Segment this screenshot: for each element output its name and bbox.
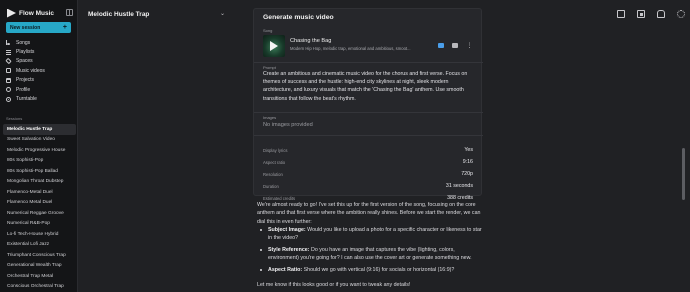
song-style: Modern Hip Hop, melodic trap, emotional … xyxy=(290,46,411,51)
assistant-message-bullets: Subject Image: Would you like to upload … xyxy=(257,226,482,277)
detail-value: Yes xyxy=(464,147,473,153)
divider xyxy=(254,62,483,63)
prompt-text: Create an ambitious and cinematic music … xyxy=(263,71,468,102)
nav-item-turntable[interactable]: Turntable xyxy=(6,94,72,103)
images-label: Images xyxy=(263,115,277,120)
detail-row: Display lyrics Yes xyxy=(263,145,473,155)
song-cover[interactable] xyxy=(263,35,285,57)
no-images-text: No images provided xyxy=(263,122,313,128)
app-name: Flow Music xyxy=(19,9,55,17)
app-brand[interactable]: Flow Music xyxy=(7,8,54,18)
sidebar: Flow Music New session + Songs Playlists… xyxy=(0,0,78,292)
detail-key: Resolution xyxy=(263,171,283,177)
layout-icon[interactable] xyxy=(637,10,645,18)
more-options-icon[interactable]: ⋮ xyxy=(466,43,473,50)
detail-value: 720p xyxy=(461,171,473,177)
detail-key: Duration xyxy=(263,183,279,189)
message-bullet: Subject Image: Would you like to upload … xyxy=(257,226,482,243)
nav-item-music-videos[interactable]: Music videos xyxy=(6,66,72,75)
assistant-message-intro: We're almost ready to go! I've set this … xyxy=(257,202,481,225)
flow-music-logo-icon xyxy=(7,8,16,18)
session-item[interactable]: Lo-fi Tech-House Hybrid xyxy=(3,229,76,240)
bullet-title: Style Reference: xyxy=(268,246,310,253)
dislike-button[interactable] xyxy=(452,43,459,50)
session-item[interactable]: Numerical R&B-Pop xyxy=(3,219,76,230)
detail-row: Duration 31 seconds xyxy=(263,181,473,191)
thumbs-up-icon xyxy=(438,43,444,48)
thumbs-down-icon xyxy=(452,43,458,48)
divider xyxy=(254,135,483,136)
song-label: Song xyxy=(263,28,273,33)
detail-value: 9:16 xyxy=(462,159,473,165)
nav-item-projects[interactable]: Projects xyxy=(6,76,72,85)
main-nav: Songs Playlists Spaces Music videos Proj… xyxy=(5,38,72,104)
session-item[interactable]: Triumphant Conscious Trap xyxy=(3,250,76,261)
folder-icon xyxy=(6,77,11,83)
session-item[interactable]: Orchestral Trap Metal xyxy=(3,271,76,282)
nav-label: Music videos xyxy=(16,67,45,74)
bullet-title: Subject Image: xyxy=(268,227,306,233)
detail-row: Resolution 720p xyxy=(263,169,473,179)
top-actions xyxy=(617,10,685,18)
assistant-message-outro: Let me know if this looks good or if you… xyxy=(257,282,411,288)
nav-label: Playlists xyxy=(16,49,35,56)
nav-label: Projects xyxy=(16,77,35,84)
nav-label: Profile xyxy=(16,86,31,93)
video-icon xyxy=(6,68,11,74)
play-icon[interactable] xyxy=(270,41,278,51)
song-row: Chasing the Bag Modern Hip Hop, melodic … xyxy=(263,35,476,62)
card-title: Generate music video xyxy=(263,14,334,21)
detail-key: Estimated credits xyxy=(263,195,296,201)
session-item[interactable]: 80s Sophisti-Pop xyxy=(3,156,76,167)
session-item[interactable]: Generational Wealth Trap xyxy=(3,261,76,272)
gear-icon[interactable] xyxy=(677,10,685,18)
spaces-icon xyxy=(5,58,12,65)
nav-item-songs[interactable]: Songs xyxy=(6,38,72,47)
session-item[interactable]: Flamenco Metal Duel xyxy=(3,198,76,209)
notification-icon[interactable] xyxy=(657,10,665,18)
session-item[interactable]: Sweet Salvation Video xyxy=(3,135,76,146)
nav-item-spaces[interactable]: Spaces xyxy=(5,57,72,66)
sessions-heading: Sessions xyxy=(6,116,23,121)
generate-video-card: Generate music video Song Chasing the Ba… xyxy=(253,8,483,201)
nav-label: Spaces xyxy=(16,58,33,65)
nav-item-profile[interactable]: Profile xyxy=(6,85,72,94)
bullet-text: Should we go with vertical (9:16) for so… xyxy=(303,266,455,273)
playlist-icon xyxy=(6,49,11,55)
share-icon[interactable] xyxy=(617,10,625,18)
message-bullet: Aspect Ratio: Should we go with vertical… xyxy=(257,266,482,274)
music-note-icon xyxy=(6,40,11,46)
new-session-button[interactable]: New session + xyxy=(6,22,71,33)
session-item[interactable]: Existential Lofi Jazz xyxy=(3,240,76,251)
divider xyxy=(254,112,483,113)
session-item[interactable]: Flamenco-Metal Duel xyxy=(3,187,76,198)
like-button[interactable] xyxy=(438,43,445,50)
song-name[interactable]: Chasing the Bag xyxy=(290,38,331,44)
detail-key: Display lyrics xyxy=(263,147,288,153)
session-item[interactable]: Melodic Progressive House xyxy=(3,145,76,156)
plus-icon: + xyxy=(62,24,67,31)
session-item[interactable]: Numerical Reggae Groove xyxy=(3,208,76,219)
page-title[interactable]: Melodic Hustle Trap xyxy=(88,11,149,18)
session-item[interactable]: Melodic Hustle Trap xyxy=(3,124,76,135)
new-session-label: New session xyxy=(10,24,41,31)
session-item[interactable]: Mongolian Throat Dubstep xyxy=(3,177,76,188)
session-item[interactable]: 80s Sophisti-Pop Ballad xyxy=(3,166,76,177)
sidebar-toggle-icon[interactable] xyxy=(66,9,73,16)
session-item[interactable]: Conscious Orchestral Trap xyxy=(3,282,76,292)
chevron-down-icon[interactable]: ⌄ xyxy=(220,10,225,17)
nav-label: Turntable xyxy=(16,96,37,103)
nav-label: Songs xyxy=(16,39,31,46)
sessions-list: Melodic Hustle Trap Sweet Salvation Video… xyxy=(3,124,76,292)
detail-row: Aspect ratio 9:16 xyxy=(263,157,473,167)
nav-item-playlists[interactable]: Playlists xyxy=(6,47,72,56)
scrollbar[interactable] xyxy=(682,148,685,200)
detail-value: 31 seconds xyxy=(445,183,473,189)
detail-key: Aspect ratio xyxy=(263,159,286,165)
message-bullet: Style Reference: Do you have an image th… xyxy=(257,246,482,263)
profile-icon xyxy=(6,87,11,93)
bullet-title: Aspect Ratio: xyxy=(268,266,303,273)
turntable-icon xyxy=(6,96,11,102)
